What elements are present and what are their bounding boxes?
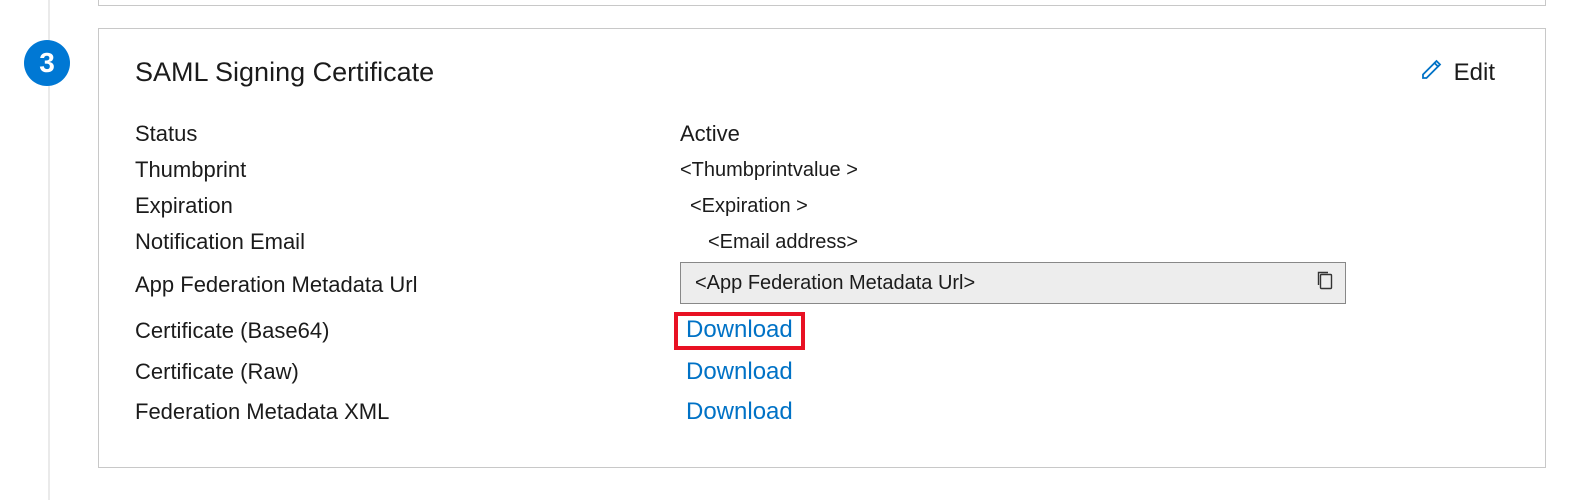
- value-expiration: <Expiration >: [680, 195, 1509, 218]
- row-status: Status Active: [135, 116, 1509, 152]
- row-cert-raw: Certificate (Raw) Download: [135, 352, 1509, 392]
- step-number: 3: [39, 47, 55, 79]
- card-header: SAML Signing Certificate Edit: [135, 57, 1509, 88]
- label-notification-email: Notification Email: [135, 229, 680, 255]
- row-fed-xml: Federation Metadata XML Download: [135, 392, 1509, 432]
- label-cert-raw: Certificate (Raw): [135, 359, 680, 385]
- row-cert-base64: Certificate (Base64) Download: [135, 310, 1509, 352]
- label-metadata-url: App Federation Metadata Url: [135, 272, 680, 298]
- row-notification-email: Notification Email <Email address>: [135, 224, 1509, 260]
- value-status: Active: [680, 121, 1509, 147]
- label-fed-xml: Federation Metadata XML: [135, 399, 680, 425]
- card-title: SAML Signing Certificate: [135, 57, 434, 88]
- edit-label: Edit: [1454, 59, 1495, 87]
- edit-button[interactable]: Edit: [1420, 57, 1509, 88]
- copy-icon: [1315, 269, 1335, 297]
- metadata-url-value: <App Federation Metadata Url>: [695, 272, 1311, 295]
- row-thumbprint: Thumbprint <Thumbprintvalue >: [135, 152, 1509, 188]
- label-status: Status: [135, 121, 680, 147]
- copy-button[interactable]: [1311, 269, 1339, 297]
- value-thumbprint: <Thumbprintvalue >: [680, 159, 1509, 182]
- card-rows: Status Active Thumbprint <Thumbprintvalu…: [135, 116, 1509, 432]
- metadata-url-field[interactable]: <App Federation Metadata Url>: [680, 262, 1346, 304]
- saml-signing-certificate-card: SAML Signing Certificate Edit Status Act…: [98, 28, 1546, 468]
- download-cert-raw-link[interactable]: Download: [680, 356, 799, 388]
- pencil-icon: [1420, 57, 1444, 88]
- label-expiration: Expiration: [135, 193, 680, 219]
- row-expiration: Expiration <Expiration >: [135, 188, 1509, 224]
- previous-card-edge: [98, 0, 1546, 6]
- step-badge: 3: [24, 40, 70, 86]
- download-fed-xml-link[interactable]: Download: [680, 396, 799, 428]
- row-metadata-url: App Federation Metadata Url <App Federat…: [135, 260, 1509, 310]
- download-cert-base64-link[interactable]: Download: [674, 312, 805, 350]
- value-notification-email: <Email address>: [680, 231, 1509, 254]
- label-thumbprint: Thumbprint: [135, 157, 680, 183]
- label-cert-base64: Certificate (Base64): [135, 318, 680, 344]
